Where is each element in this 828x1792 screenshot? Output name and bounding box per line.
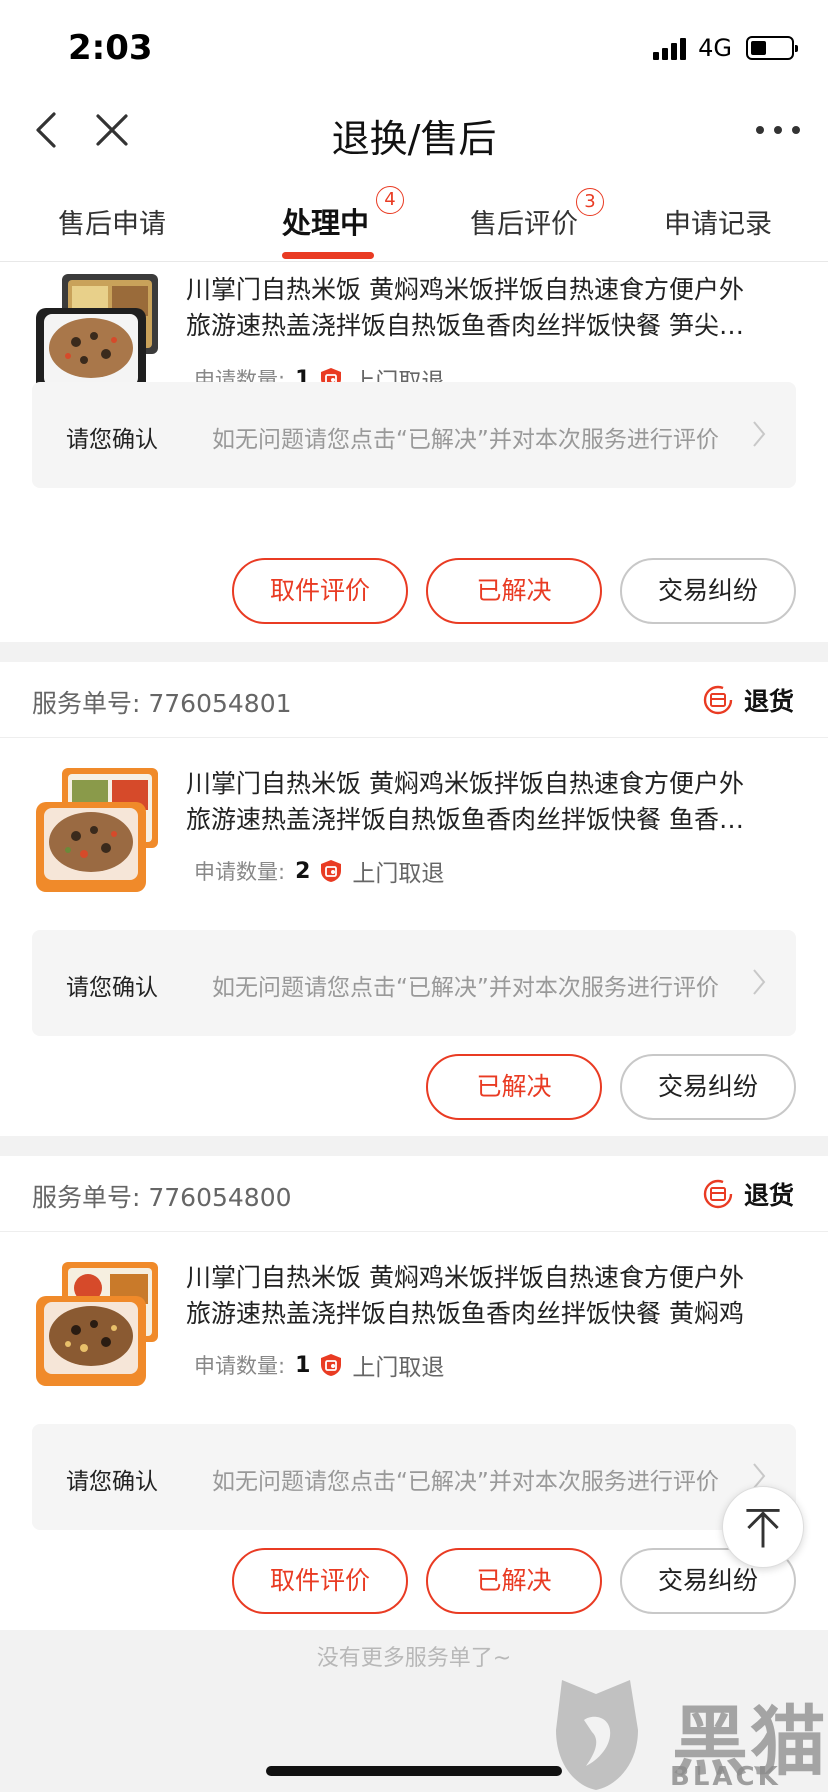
product-thumbnail[interactable]	[32, 766, 162, 896]
confirm-row[interactable]: 请您确认 如无问题请您点击“已解决”并对本次服务进行评价	[32, 1424, 796, 1530]
product-title-line: 川掌门自热米饭 黄焖鸡米饭拌饭自热速食方便户外	[186, 1263, 744, 1292]
page: 川掌门自热米饭 黄焖鸡米饭拌饭自热速食方便户外 旅游速热盖浇拌饭自热饭鱼香肉丝拌…	[0, 0, 828, 1792]
status-time: 2:03	[68, 28, 153, 68]
tab-apply-records[interactable]: 申请记录	[664, 202, 772, 241]
battery-icon	[746, 36, 798, 60]
tab-after-sale-review[interactable]: 售后评价 3	[470, 188, 604, 241]
no-more-text: 没有更多服务单了~	[316, 1646, 512, 1671]
service-number: 服务单号: 776054801	[32, 689, 292, 718]
pickup-shield-icon	[321, 1354, 342, 1376]
service-type: 退货	[702, 682, 794, 718]
product-title-line: 旅游速热盖浇拌饭自热饭鱼香肉丝拌饭快餐 鱼香…	[186, 805, 744, 834]
confirm-hint: 如无问题请您点击“已解决”并对本次服务进行评价	[212, 1469, 719, 1495]
resolved-button[interactable]: 已解决	[426, 558, 602, 624]
dispute-button[interactable]: 交易纠纷	[620, 1054, 796, 1120]
network-type: 4G	[698, 34, 732, 62]
battery-level	[751, 41, 766, 55]
quantity-value: 1	[295, 1352, 311, 1378]
product-title-line: 川掌门自热米饭 黄焖鸡米饭拌饭自热速食方便户外	[186, 769, 744, 798]
tab-count-badge: 4	[376, 186, 404, 214]
product-title[interactable]: 川掌门自热米饭 黄焖鸡米饭拌饭自热速食方便户外 旅游速热盖浇拌饭自热饭鱼香肉丝拌…	[186, 1260, 786, 1332]
product-title-line: 旅游速热盖浇拌饭自热饭鱼香肉丝拌饭快餐 笋尖…	[186, 311, 744, 340]
quantity-label: 申请数量:	[194, 860, 286, 884]
card-header: 服务单号: 776054800 退货	[0, 1156, 828, 1232]
pickup-review-button[interactable]: 取件评价	[232, 558, 408, 624]
service-type-label: 退货	[743, 687, 794, 716]
chevron-right-icon	[753, 421, 766, 447]
tab-count-badge: 3	[576, 188, 604, 216]
product-title[interactable]: 川掌门自热米饭 黄焖鸡米饭拌饭自热速食方便户外 旅游速热盖浇拌饭自热饭鱼香肉丝拌…	[186, 766, 786, 838]
quantity-value: 2	[295, 858, 311, 884]
service-card: 服务单号: 776054801 退货 川掌门自热米饭 黄焖鸡米饭拌饭自热速食方便…	[0, 662, 828, 1136]
pickup-review-button[interactable]: 取件评价	[232, 1548, 408, 1614]
service-card: 川掌门自热米饭 黄焖鸡米饭拌饭自热速食方便户外 旅游速热盖浇拌饭自热饭鱼香肉丝拌…	[0, 262, 828, 642]
more-options-icon[interactable]	[750, 110, 806, 150]
confirm-label: 请您确认	[66, 975, 158, 1001]
watermark-subtext: BLACK CAT	[670, 1762, 781, 1792]
pickup-shield-icon	[321, 860, 342, 882]
pickup-method: 上门取退	[352, 861, 445, 887]
page-title: 退换/售后	[331, 117, 497, 161]
service-type-label: 退货	[743, 1181, 794, 1210]
confirm-row[interactable]: 请您确认 如无问题请您点击“已解决”并对本次服务进行评价	[32, 930, 796, 1036]
tab-label: 售后评价	[470, 209, 578, 240]
signal-icon	[653, 36, 687, 60]
tab-bar: 售后申请 处理中 4 售后评价 3 申请记录	[0, 180, 828, 262]
active-tab-indicator	[282, 252, 374, 259]
status-indicators: 4G	[653, 34, 798, 62]
product-title-line: 旅游速热盖浇拌饭自热饭鱼香肉丝拌饭快餐 黄焖鸡	[186, 1299, 744, 1328]
confirm-hint: 如无问题请您点击“已解决”并对本次服务进行评价	[212, 427, 719, 453]
return-goods-icon	[703, 685, 733, 715]
return-goods-icon	[703, 1179, 733, 1209]
confirm-label: 请您确认	[66, 427, 158, 453]
product-title[interactable]: 川掌门自热米饭 黄焖鸡米饭拌饭自热速食方便户外 旅游速热盖浇拌饭自热饭鱼香肉丝拌…	[186, 272, 786, 344]
back-to-top-icon[interactable]	[722, 1486, 804, 1568]
product-thumbnail[interactable]	[32, 1260, 162, 1390]
pickup-method: 上门取退	[352, 1355, 445, 1381]
confirm-label: 请您确认	[66, 1469, 158, 1495]
tab-label: 处理中	[282, 206, 370, 240]
confirm-hint: 如无问题请您点击“已解决”并对本次服务进行评价	[212, 975, 719, 1001]
quantity-label: 申请数量:	[194, 1354, 286, 1378]
resolved-button[interactable]: 已解决	[426, 1054, 602, 1120]
dispute-button[interactable]: 交易纠纷	[620, 558, 796, 624]
service-type: 退货	[702, 1176, 794, 1212]
tab-label: 申请记录	[664, 209, 772, 240]
quantity-row: 申请数量: 1 上门取退	[194, 1348, 444, 1382]
resolved-button[interactable]: 已解决	[426, 1548, 602, 1614]
service-card: 服务单号: 776054800 退货 川掌门自热米饭 黄焖鸡米饭拌饭自热速食方便…	[0, 1156, 828, 1630]
tab-processing[interactable]: 处理中 4	[282, 186, 404, 242]
header: 2:03 4G 退换/售后 售后申请 处理中 4 售后评价 3 申请记录	[0, 0, 828, 262]
card-header: 服务单号: 776054801 退货	[0, 662, 828, 738]
product-title-line: 川掌门自热米饭 黄焖鸡米饭拌饭自热速食方便户外	[186, 275, 744, 304]
home-indicator[interactable]	[266, 1766, 562, 1776]
confirm-row[interactable]: 请您确认 如无问题请您点击“已解决”并对本次服务进行评价	[32, 382, 796, 488]
tab-after-sale-apply[interactable]: 售后申请	[58, 202, 166, 241]
quantity-row: 申请数量: 2 上门取退	[194, 854, 444, 888]
chevron-right-icon	[753, 969, 766, 995]
tab-label: 售后申请	[58, 209, 166, 240]
service-number: 服务单号: 776054800	[32, 1183, 292, 1212]
